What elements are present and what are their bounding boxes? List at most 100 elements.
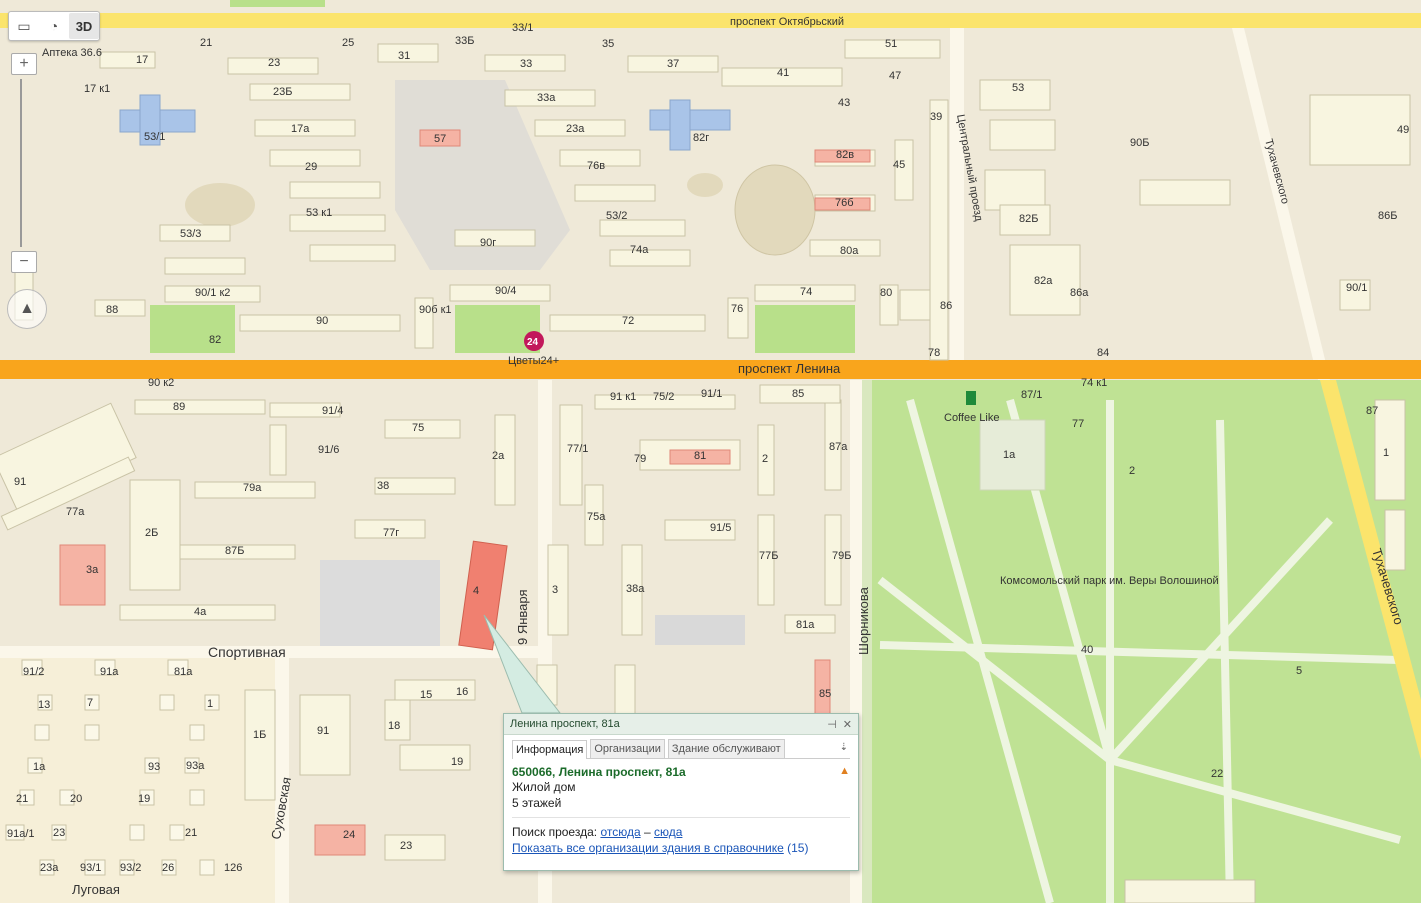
building-number[interactable]: 41 bbox=[777, 67, 789, 79]
zoom-slider[interactable] bbox=[20, 79, 28, 247]
building-number[interactable]: 5 bbox=[1296, 665, 1302, 677]
building-number[interactable]: 21 bbox=[185, 827, 197, 839]
building-number[interactable]: 53/2 bbox=[606, 210, 627, 222]
building-number[interactable]: 81а bbox=[174, 666, 193, 678]
building-number[interactable]: 93/2 bbox=[120, 862, 141, 874]
building-number[interactable]: 76б bbox=[835, 197, 854, 209]
building-number[interactable]: 82г bbox=[693, 132, 709, 144]
ruler-icon[interactable]: ▭ bbox=[9, 12, 39, 40]
building-number[interactable]: 88 bbox=[106, 304, 118, 316]
building-number[interactable]: 82Б bbox=[1019, 213, 1038, 225]
building-number[interactable]: 33Б bbox=[455, 35, 474, 47]
building-number[interactable]: 90/4 bbox=[495, 285, 516, 297]
show-orgs-link[interactable]: Показать все организации здания в справо… bbox=[512, 841, 784, 855]
tab-organizations[interactable]: Организации bbox=[590, 739, 665, 758]
building-number[interactable]: 23Б bbox=[273, 86, 292, 98]
building-number[interactable]: 33а bbox=[537, 92, 556, 104]
close-icon[interactable]: ✕ bbox=[843, 718, 852, 731]
building-number[interactable]: 74 к1 bbox=[1081, 377, 1107, 389]
building-number[interactable]: 23а bbox=[40, 862, 59, 874]
building-number[interactable]: 76в bbox=[587, 160, 605, 172]
building-number[interactable]: 76 bbox=[731, 303, 743, 315]
building-number[interactable]: 79Б bbox=[832, 550, 851, 562]
building-number[interactable]: 7 bbox=[87, 697, 93, 709]
building-number[interactable]: 82в bbox=[836, 149, 854, 161]
building-number[interactable]: 91а bbox=[100, 666, 119, 678]
building-number[interactable]: 91 к1 bbox=[610, 391, 636, 403]
building-number[interactable]: 37 bbox=[667, 58, 679, 70]
building-number[interactable]: 72 bbox=[622, 315, 634, 327]
building-number[interactable]: 38 bbox=[377, 480, 389, 492]
coffee-icon[interactable] bbox=[966, 391, 976, 405]
pin-icon[interactable]: ⊣ bbox=[827, 718, 837, 731]
building-number[interactable]: 75а bbox=[587, 511, 606, 523]
building-number[interactable]: 23 bbox=[400, 840, 412, 852]
building-number[interactable]: 33 bbox=[520, 58, 532, 70]
building-number[interactable]: 90 bbox=[316, 315, 328, 327]
building-number[interactable]: 18 bbox=[388, 720, 400, 732]
route-to-link[interactable]: сюда bbox=[654, 825, 682, 839]
building-number[interactable]: 91 bbox=[14, 476, 26, 488]
building-number[interactable]: 24 bbox=[343, 829, 355, 841]
building-number[interactable]: 23 bbox=[268, 57, 280, 69]
building-number[interactable]: 2а bbox=[492, 450, 505, 462]
building-number[interactable]: 91/6 bbox=[318, 444, 339, 456]
building-number[interactable]: 91 bbox=[317, 725, 329, 737]
building-number[interactable]: 2Б bbox=[145, 527, 158, 539]
building-number[interactable]: 91/4 bbox=[322, 405, 343, 417]
building-number[interactable]: 45 bbox=[893, 159, 905, 171]
building-number[interactable]: 90 к2 bbox=[148, 377, 174, 389]
building-number[interactable]: 87/1 bbox=[1021, 389, 1042, 401]
building-number[interactable]: 86Б bbox=[1378, 210, 1397, 222]
building-number[interactable]: 49 bbox=[1397, 124, 1409, 136]
tabs-more-icon[interactable]: ⇣ bbox=[838, 739, 850, 758]
building-number[interactable]: 91/1 bbox=[701, 388, 722, 400]
building-number[interactable]: 33/1 bbox=[512, 22, 533, 34]
building-number[interactable]: 4а bbox=[194, 606, 207, 618]
building-number[interactable]: 17 bbox=[136, 54, 148, 66]
building-number[interactable]: 29 bbox=[305, 161, 317, 173]
building-number[interactable]: 1 bbox=[207, 698, 213, 710]
building-number[interactable]: 77/1 bbox=[567, 443, 588, 455]
zoom-out-button[interactable]: − bbox=[11, 251, 37, 273]
traffic-icon[interactable]: ◔ bbox=[39, 12, 69, 40]
building-number[interactable]: 93 bbox=[148, 761, 160, 773]
building-number[interactable]: 82а bbox=[1034, 275, 1053, 287]
building-number[interactable]: 90/1 к2 bbox=[195, 287, 230, 299]
building-number[interactable]: 23а bbox=[566, 123, 585, 135]
building-number[interactable]: 77а bbox=[66, 506, 85, 518]
tab-building-services[interactable]: Здание обслуживают bbox=[667, 739, 785, 758]
building-number[interactable]: 1Б bbox=[253, 729, 266, 741]
building-number[interactable]: 89 bbox=[173, 401, 185, 413]
building-number[interactable]: 3 bbox=[552, 584, 558, 596]
building-number[interactable]: 40 bbox=[1081, 644, 1093, 656]
building-number[interactable]: 35 bbox=[602, 38, 614, 50]
building-number[interactable]: 20 bbox=[70, 793, 82, 805]
building-number[interactable]: 53/3 bbox=[180, 228, 201, 240]
building-number[interactable]: 93а bbox=[186, 760, 205, 772]
building-number[interactable]: 57 bbox=[434, 133, 446, 145]
building-number[interactable]: 77Б bbox=[759, 550, 778, 562]
building-number[interactable]: 79а bbox=[243, 482, 262, 494]
building-number[interactable]: 85 bbox=[819, 688, 831, 700]
building-number[interactable]: 22 bbox=[1211, 768, 1223, 780]
building-number[interactable]: 25 bbox=[342, 37, 354, 49]
building-number[interactable]: 78 bbox=[928, 347, 940, 359]
building-number[interactable]: 82 bbox=[209, 334, 221, 346]
building-number[interactable]: 1а bbox=[1003, 449, 1016, 461]
building-number[interactable]: 91/5 bbox=[710, 522, 731, 534]
building-number[interactable]: 87 bbox=[1366, 405, 1378, 417]
building-number[interactable]: 1 bbox=[1383, 447, 1389, 459]
building-number[interactable]: 1а bbox=[33, 761, 46, 773]
building-number[interactable]: 91а/1 bbox=[7, 828, 35, 840]
building-number[interactable]: 81а bbox=[796, 619, 815, 631]
building-number[interactable]: 126 bbox=[224, 862, 242, 874]
building-number[interactable]: 90г bbox=[480, 237, 496, 249]
building-number[interactable]: 90Б bbox=[1130, 137, 1149, 149]
building-number[interactable]: 19 bbox=[138, 793, 150, 805]
building-number[interactable]: 77 bbox=[1072, 418, 1084, 430]
building-number[interactable]: 87а bbox=[829, 441, 848, 453]
zoom-in-button[interactable]: + bbox=[11, 53, 37, 75]
building-number[interactable]: 93/1 bbox=[80, 862, 101, 874]
building-number[interactable]: 81 bbox=[694, 450, 706, 462]
